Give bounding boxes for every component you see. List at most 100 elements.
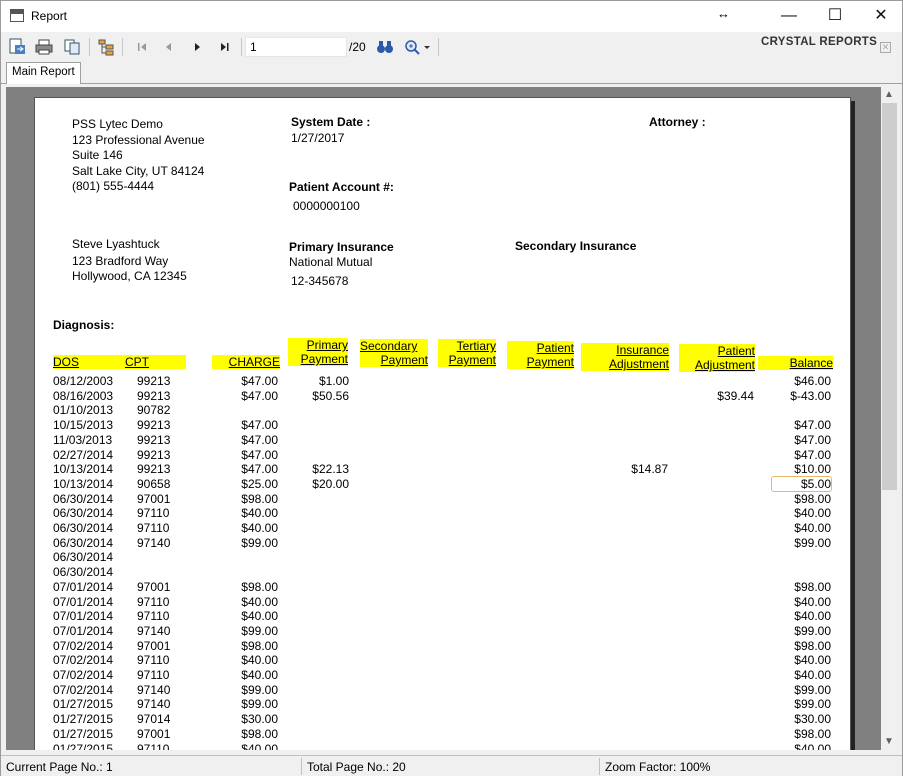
- tab-main-report[interactable]: Main Report: [6, 62, 81, 84]
- cell-cpt: 97014: [137, 712, 171, 727]
- cell-balance: $99.00: [794, 623, 831, 638]
- primary-insurance-name: National Mutual: [289, 255, 373, 269]
- cell-cpt: 90658: [137, 476, 171, 491]
- cell-charge: $99.00: [241, 682, 278, 697]
- cell-dos: 06/30/2014: [53, 521, 114, 535]
- cell-balance: $99.00: [794, 697, 831, 712]
- vertical-scrollbar[interactable]: ▲ ▼: [881, 87, 898, 750]
- cell-dos: 01/10/2013: [53, 403, 114, 418]
- selected-field-outline[interactable]: [771, 476, 832, 492]
- cell-dos: 06/30/2014: [53, 506, 114, 521]
- next-page-icon[interactable]: [187, 37, 207, 57]
- toolbar-separator: [241, 38, 242, 56]
- patient-name: Steve Lyashtuck: [72, 237, 160, 251]
- page-number-input[interactable]: 1: [245, 37, 347, 57]
- cell-charge: $47.00: [241, 447, 278, 462]
- cell-dos: 10/15/2013: [53, 418, 114, 433]
- total-page-status: Total Page No.: 20: [307, 760, 406, 774]
- practice-city: Salt Lake City, UT 84124: [72, 164, 205, 178]
- cell-dos: 07/02/2014: [53, 638, 114, 653]
- cell-cpt: 97001: [137, 638, 171, 653]
- diagnosis-label: Diagnosis:: [53, 318, 115, 332]
- cell-dos: 08/16/2003: [53, 388, 114, 403]
- print-icon[interactable]: [34, 37, 54, 57]
- cell-cpt: 97140: [137, 697, 171, 712]
- header-patient-adjustment-1: Patient: [679, 344, 755, 358]
- cell-dos: 10/13/2014: [53, 462, 114, 477]
- cell-dos: 01/27/2015: [53, 726, 114, 741]
- tab-strip: Main Report: [1, 62, 902, 84]
- cell-balance: $98.00: [794, 638, 831, 653]
- cell-primary-payment: $20.00: [312, 476, 349, 491]
- header-insurance-adjustment-2: Adjustment: [581, 357, 669, 371]
- zoom-dropdown-icon[interactable]: [403, 37, 431, 57]
- cell-dos: 01/27/2015: [53, 697, 114, 712]
- close-pane-icon[interactable]: ✕: [880, 42, 891, 53]
- cell-charge: $40.00: [241, 741, 278, 751]
- cell-charge: $47.00: [241, 418, 278, 433]
- cell-dos: 06/30/2014: [53, 565, 114, 580]
- cell-cpt: 99213: [137, 388, 171, 403]
- app-icon: [10, 9, 24, 22]
- report-viewer[interactable]: PSS Lytec Demo 123 Professional Avenue S…: [6, 87, 881, 750]
- cell-cpt: 97110: [137, 506, 170, 521]
- cell-balance: $98.00: [794, 579, 831, 594]
- copy-icon[interactable]: [62, 37, 82, 57]
- status-bar: Current Page No.: 1 Total Page No.: 20 Z…: [1, 755, 902, 776]
- report-window: Report ↔ — ☐ ✕ 1 /20 CRYSTAL REPORTS ✕ M…: [0, 0, 903, 776]
- first-page-icon[interactable]: [132, 37, 152, 57]
- account-label: Patient Account #:: [289, 180, 394, 194]
- cell-dos: 07/02/2014: [53, 653, 114, 668]
- cell-cpt: 97110: [137, 653, 170, 668]
- cell-balance: $99.00: [794, 682, 831, 697]
- scroll-down-icon[interactable]: ▼: [884, 736, 894, 747]
- toolbar-separator: [89, 38, 90, 56]
- current-page-status: Current Page No.: 1: [6, 760, 113, 774]
- cell-balance: $47.00: [794, 447, 831, 462]
- cell-insurance-adjustment: $14.87: [631, 462, 668, 477]
- header-secondary-2: Payment: [360, 353, 428, 367]
- cell-charge: $98.00: [241, 638, 278, 653]
- system-date-value: 1/27/2017: [291, 131, 345, 145]
- header-dos: DOS: [53, 355, 80, 369]
- title-bar: Report ↔ — ☐ ✕: [1, 1, 902, 32]
- find-binoculars-icon[interactable]: [375, 37, 395, 57]
- cell-dos: 08/12/2003: [53, 374, 114, 388]
- toolbar-separator: [122, 38, 123, 56]
- cell-charge: $47.00: [241, 432, 278, 447]
- cell-balance: $-43.00: [790, 388, 831, 403]
- minimize-button[interactable]: —: [766, 1, 812, 32]
- report-page: PSS Lytec Demo 123 Professional Avenue S…: [34, 97, 851, 750]
- header-cpt: CPT: [125, 355, 150, 369]
- last-page-icon[interactable]: [215, 37, 235, 57]
- maximize-button[interactable]: ☐: [812, 1, 858, 32]
- cell-balance: $98.00: [794, 491, 831, 506]
- cell-charge: $40.00: [241, 653, 278, 668]
- header-tertiary-1: Tertiary: [438, 339, 496, 353]
- scroll-thumb[interactable]: [882, 103, 897, 490]
- header-insurance-adjustment-1: Insurance: [581, 343, 669, 357]
- secondary-insurance-label: Secondary Insurance: [515, 239, 637, 253]
- scroll-up-icon[interactable]: ▲: [884, 89, 894, 100]
- cell-balance: $99.00: [794, 535, 831, 550]
- header-dos-cpt: DOS CPT: [53, 355, 186, 369]
- close-button[interactable]: ✕: [858, 1, 903, 32]
- cell-cpt: 99213: [137, 432, 171, 447]
- cell-charge: $47.00: [241, 374, 278, 388]
- export-icon[interactable]: [7, 37, 27, 57]
- cell-charge: $40.00: [241, 506, 278, 521]
- patient-city: Hollywood, CA 12345: [72, 269, 187, 283]
- cell-charge: $47.00: [241, 462, 278, 477]
- cell-dos: 06/30/2014: [53, 550, 114, 565]
- cell-dos: 07/01/2014: [53, 623, 114, 638]
- cell-charge: $40.00: [241, 594, 278, 609]
- account-value: 0000000100: [293, 199, 360, 213]
- cell-primary-payment: $1.00: [318, 374, 349, 388]
- group-tree-icon[interactable]: [96, 37, 116, 57]
- cell-cpt: 97110: [137, 741, 170, 751]
- cell-balance: $40.00: [794, 506, 831, 521]
- previous-page-icon[interactable]: [159, 37, 179, 57]
- cell-cpt: 97140: [137, 682, 171, 697]
- header-balance: Balance: [758, 356, 833, 370]
- cell-cpt: 99213: [137, 462, 171, 477]
